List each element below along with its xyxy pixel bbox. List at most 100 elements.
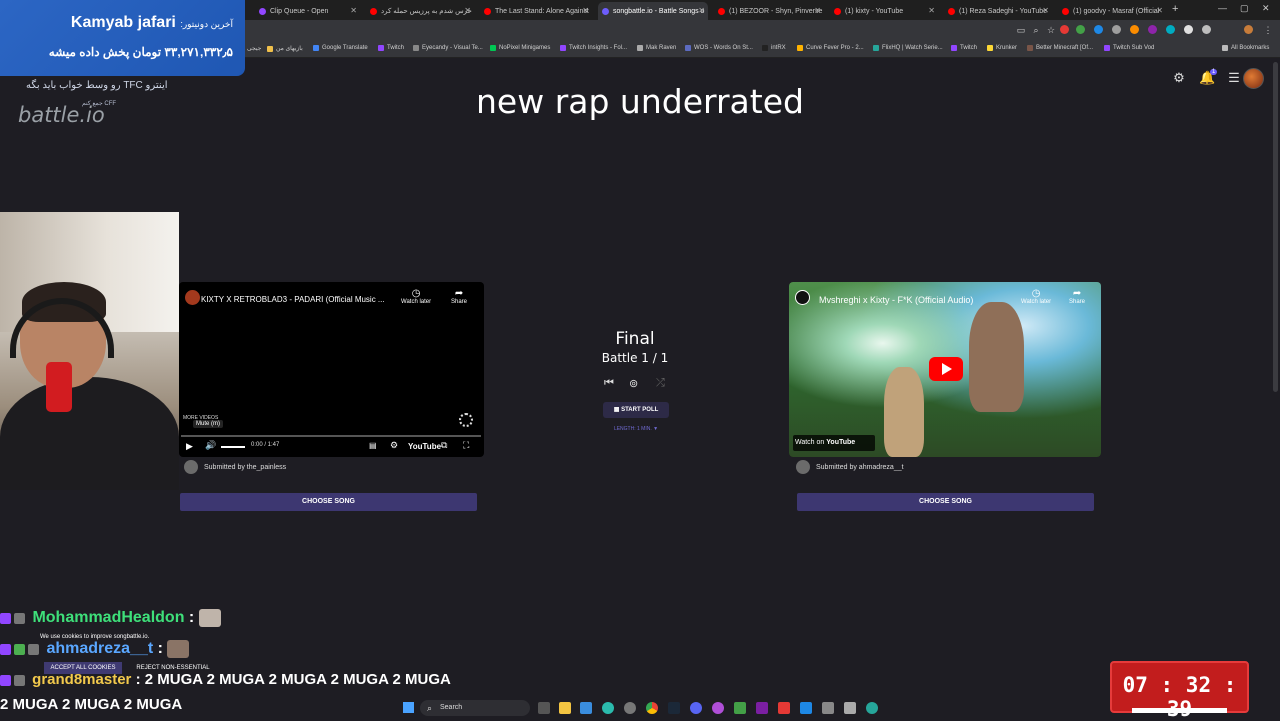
chrome-icon[interactable] (646, 702, 658, 714)
video-title[interactable]: KIXTY X RETROBLAD3 - PADARI (Official Mu… (201, 295, 385, 304)
cast-icon[interactable]: ▭ (1015, 24, 1027, 36)
bookmark-star-icon[interactable]: ☆ (1045, 24, 1057, 36)
channel-avatar[interactable] (185, 290, 200, 305)
share-button[interactable]: ➦ Share (451, 288, 467, 305)
windows-start-icon[interactable] (403, 702, 414, 713)
bookmark-item[interactable]: Google Translate (313, 45, 368, 51)
bookmark-item[interactable]: Curve Fever Pro - 2... (797, 45, 864, 51)
profile-icon[interactable] (1244, 25, 1253, 34)
user-avatar[interactable] (1243, 68, 1264, 89)
app-icon[interactable] (866, 702, 878, 714)
start-poll-button[interactable]: ▦ START POLL (603, 402, 669, 418)
settings-icon[interactable]: ⚙ (390, 440, 398, 451)
tab-reza-sadeghi[interactable]: (1) Reza Sadeghi - YouTube ✕ (944, 2, 1052, 20)
store-icon[interactable] (580, 702, 592, 714)
play-button[interactable] (929, 357, 963, 381)
bookmark-item[interactable]: intRX (762, 45, 786, 51)
right-video-player[interactable]: Mvshreghi x Kixty - F*K (Official Audio)… (789, 282, 1101, 457)
bookmark-item[interactable]: WOS - Words On St... (685, 45, 753, 51)
choose-right-song-button[interactable]: CHOOSE SONG (797, 493, 1094, 511)
close-window-button[interactable]: ✕ (1262, 3, 1270, 14)
previous-icon[interactable]: ⏮ (604, 377, 614, 390)
fullscreen-icon[interactable]: ⛶ (463, 440, 469, 451)
taskbar-search[interactable]: Search (420, 700, 530, 716)
close-icon[interactable]: ✕ (464, 6, 471, 15)
extension-icon[interactable] (1130, 25, 1139, 34)
bookmark-item[interactable]: Twitch Insights - Fol... (560, 45, 627, 51)
zoom-icon[interactable]: ⌕ (1030, 24, 1042, 36)
maximize-button[interactable]: ▢ (1240, 3, 1249, 14)
video-title[interactable]: Mvshreghi x Kixty - F*K (Official Audio) (819, 295, 973, 305)
tab-goodvy[interactable]: (1) goodvy - Masraf (Official ✕ (1058, 2, 1166, 20)
accept-cookies-button[interactable]: ACCEPT ALL COOKIES (44, 662, 122, 674)
extension-icon[interactable] (1166, 25, 1175, 34)
play-icon[interactable]: ▶ (186, 441, 193, 452)
extension-icon[interactable] (1076, 25, 1085, 34)
app-icon[interactable] (822, 702, 834, 714)
steam-icon[interactable] (668, 702, 680, 714)
close-icon[interactable]: ✕ (1042, 6, 1049, 15)
volume-slider[interactable] (221, 446, 245, 448)
miniplayer-icon[interactable]: ⧉ (441, 440, 447, 451)
left-video-player[interactable]: KIXTY X RETROBLAD3 - PADARI (Official Mu… (179, 282, 484, 457)
tab-clip-queue[interactable]: Clip Queue - Open ✕ (255, 2, 360, 20)
close-icon[interactable]: ✕ (1156, 6, 1163, 15)
close-icon[interactable]: ✕ (928, 6, 935, 15)
share-button[interactable]: ➦ Share (1069, 288, 1085, 305)
app-icon[interactable] (712, 702, 724, 714)
watch-on-youtube[interactable]: Watch on YouTube (793, 435, 875, 451)
tab-songbattle[interactable]: songbattle.io - Battle Songs o ✕ (598, 2, 708, 20)
watch-later-button[interactable]: ◷ Watch later (401, 288, 431, 305)
new-tab-button[interactable]: + (1172, 3, 1178, 15)
extension-icon[interactable] (1094, 25, 1103, 34)
app-icon[interactable] (734, 702, 746, 714)
app-icon[interactable] (800, 702, 812, 714)
app-icon[interactable] (624, 702, 636, 714)
extension-icon[interactable] (1060, 25, 1069, 34)
extensions-puzzle-icon[interactable] (1202, 25, 1211, 34)
shuffle-icon[interactable]: ⤮ (656, 377, 665, 390)
all-bookmarks-button[interactable]: All Bookmarks (1222, 45, 1269, 51)
reject-cookies-button[interactable]: REJECT NON-ESSENTIAL (129, 662, 217, 674)
extension-icon[interactable] (1112, 25, 1121, 34)
close-icon[interactable]: ✕ (698, 6, 705, 15)
channel-avatar[interactable] (795, 290, 810, 305)
bookmark-item[interactable]: Krunker (987, 45, 1017, 51)
bookmark-item[interactable]: Twitch (951, 45, 977, 51)
tab-kixty[interactable]: (1) kixty - YouTube ✕ (830, 2, 938, 20)
close-icon[interactable]: ✕ (582, 6, 589, 15)
bookmark-item[interactable]: Better Minecraft [Of... (1027, 45, 1093, 51)
bookmark-item[interactable]: Eyecandy - Visual Te... (413, 45, 483, 51)
captions-icon[interactable]: ▤ (369, 441, 377, 450)
length-select[interactable]: LENGTH: 1 MIN. ▼ (586, 426, 686, 432)
app-icon[interactable] (756, 702, 768, 714)
browser-menu-icon[interactable]: ⋮ (1262, 24, 1274, 36)
minimize-button[interactable]: — (1218, 3, 1227, 13)
edge-icon[interactable] (602, 702, 614, 714)
hamburger-menu-icon[interactable]: ☰ (1227, 71, 1241, 85)
close-icon[interactable]: ✕ (814, 6, 821, 15)
bookmark-item[interactable]: بازیهای من (267, 45, 303, 52)
app-icon[interactable] (690, 702, 702, 714)
extension-icon[interactable] (1184, 25, 1193, 34)
close-icon[interactable]: ✕ (350, 6, 357, 15)
bookmark-item[interactable]: Mak Raven (637, 45, 676, 51)
watch-later-button[interactable]: ◷ Watch later (1021, 288, 1051, 305)
app-icon[interactable] (844, 702, 856, 714)
task-view-icon[interactable] (538, 702, 550, 714)
progress-bar[interactable] (181, 435, 481, 437)
bookmark-item[interactable]: Twitch Sub Vod (1104, 45, 1154, 51)
bookmark-item[interactable]: Twitch (378, 45, 404, 51)
bookmark-item[interactable]: NoPixel Minigames (490, 45, 550, 51)
app-icon[interactable] (778, 702, 790, 714)
youtube-logo[interactable]: YouTube (408, 442, 441, 451)
gear-icon[interactable]: ⚙ (1172, 71, 1186, 85)
tab-last-stand[interactable]: The Last Stand: Alone Against ✕ (480, 2, 592, 20)
download-icon[interactable]: ⊚ (629, 377, 638, 390)
tab-bezoor[interactable]: (1) BEZOOR - Shyn, Pinverse ✕ (714, 2, 824, 20)
page-scrollbar[interactable] (1273, 62, 1278, 392)
volume-icon[interactable]: 🔊 (205, 440, 216, 451)
file-explorer-icon[interactable] (559, 702, 571, 714)
choose-left-song-button[interactable]: CHOOSE SONG (180, 493, 477, 511)
bookmark-item[interactable]: FlixHQ | Watch Serie... (873, 45, 943, 51)
